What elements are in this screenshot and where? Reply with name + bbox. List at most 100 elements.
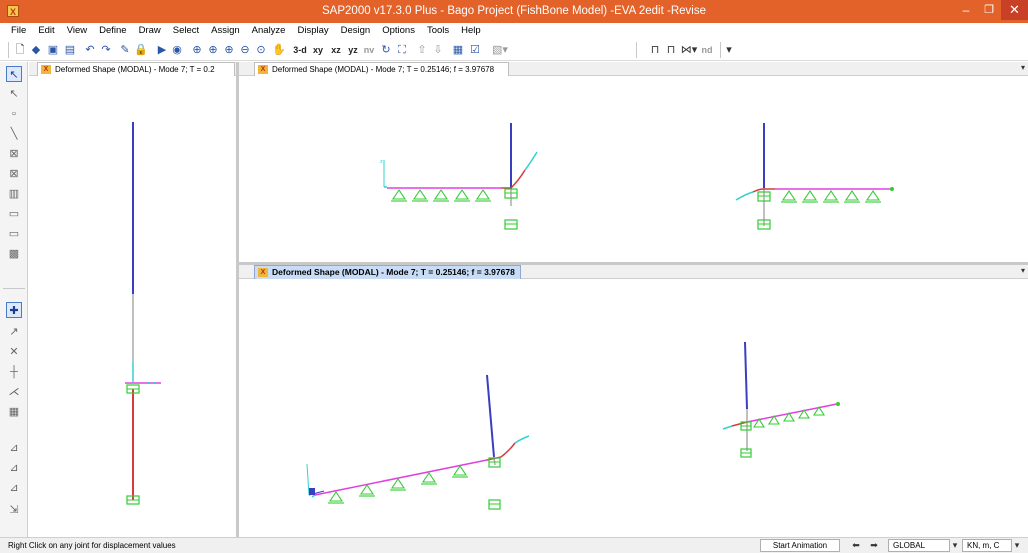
- lock-icon[interactable]: 🔒: [134, 42, 148, 58]
- zoom-restore-icon[interactable]: ⊕: [206, 42, 220, 58]
- view-xz-button[interactable]: xz: [329, 42, 343, 58]
- draw-quad-icon[interactable]: ▭: [6, 226, 22, 242]
- reshape-icon[interactable]: ↖: [6, 86, 22, 102]
- zoom-in-icon[interactable]: ⊕: [222, 42, 236, 58]
- menu-select[interactable]: Select: [167, 23, 205, 39]
- frame-right-elevation: [735, 123, 894, 230]
- deformed-shape-icon: X: [41, 65, 51, 74]
- menu-define[interactable]: Define: [93, 23, 132, 39]
- assign-frame-icon[interactable]: ⊿: [6, 460, 22, 476]
- status-message: Right Click on any joint for displacemen…: [8, 541, 176, 550]
- menu-bar: File Edit View Define Draw Select Assign…: [0, 23, 1028, 39]
- maximize-button[interactable]: ❐: [978, 0, 1000, 20]
- undo-icon[interactable]: ↶: [83, 42, 97, 58]
- left-view-panel: X Deformed Shape (MODAL) - Mode 7; T = 0…: [29, 62, 236, 537]
- tab-deformed-shape-top[interactable]: X Deformed Shape (MODAL) - Mode 7; T = 0…: [254, 62, 509, 76]
- previous-arrow-icon[interactable]: ⬅: [848, 539, 864, 552]
- save-icon[interactable]: ▣: [46, 42, 60, 58]
- menu-display[interactable]: Display: [291, 23, 334, 39]
- new-file-icon[interactable]: 🗋: [13, 42, 27, 58]
- assign-area-icon[interactable]: ⊿: [6, 480, 22, 496]
- next-arrow-icon[interactable]: ➡: [866, 539, 882, 552]
- snap-grid-icon[interactable]: ▦: [6, 404, 22, 420]
- snap-midpoint-icon[interactable]: ⋌: [6, 384, 22, 400]
- grid-icon[interactable]: ▦: [451, 42, 465, 58]
- check-icon[interactable]: ☑: [468, 42, 482, 58]
- show-undeformed-icon[interactable]: ⇲: [6, 502, 22, 518]
- assign-joint-icon[interactable]: ⊿: [6, 440, 22, 456]
- main-toolbar: 🗋 ◆ ▣ ▤ ↶ ↷ ✎ 🔒 ▶ ◉ ⊕ ⊕ ⊕ ⊖ ⊙ ✋ 3-d xy x…: [0, 39, 1028, 61]
- panel-menu-icon[interactable]: ▾: [1021, 63, 1025, 72]
- view-canvas-3d[interactable]: [239, 279, 1028, 537]
- tab-deformed-shape-left[interactable]: X Deformed Shape (MODAL) - Mode 7; T = 0…: [37, 62, 235, 76]
- start-animation-button[interactable]: Start Animation: [760, 539, 840, 552]
- snap-line-icon[interactable]: ↗: [6, 324, 22, 340]
- tab-deformed-shape-bottom[interactable]: X Deformed Shape (MODAL) - Mode 7; T = 0…: [254, 265, 521, 279]
- frame-3d-left: [306, 374, 530, 510]
- draw-cable-icon[interactable]: ⊠: [6, 146, 22, 162]
- link-icon[interactable]: ⋈▾: [680, 42, 698, 58]
- redo-icon[interactable]: ↷: [99, 42, 113, 58]
- title-bar: X SAP2000 v17.3.0 Plus - Bago Project (F…: [0, 0, 1028, 23]
- menu-help[interactable]: Help: [455, 23, 487, 39]
- menu-edit[interactable]: Edit: [32, 23, 60, 39]
- pencil-icon[interactable]: ✎: [118, 42, 132, 58]
- bottom-view-panel: X Deformed Shape (MODAL) - Mode 7; T = 0…: [239, 265, 1028, 537]
- view-canvas-left[interactable]: [29, 76, 236, 537]
- view-3d-button[interactable]: 3-d: [291, 42, 309, 58]
- menu-assign[interactable]: Assign: [205, 23, 246, 39]
- draw-solid-icon[interactable]: ▩: [6, 246, 22, 262]
- move-down-icon[interactable]: ⇩: [431, 42, 445, 58]
- draw-joint-icon[interactable]: ▫: [6, 106, 22, 122]
- menu-draw[interactable]: Draw: [133, 23, 167, 39]
- pan-icon[interactable]: ✋: [272, 42, 286, 58]
- menu-view[interactable]: View: [61, 23, 93, 39]
- window-title: SAP2000 v17.3.0 Plus - Bago Project (Fis…: [322, 5, 706, 17]
- units-select[interactable]: KN, m, C: [962, 539, 1012, 552]
- rotate-icon[interactable]: ↻: [379, 42, 393, 58]
- menu-tools[interactable]: Tools: [421, 23, 455, 39]
- draw-area-icon[interactable]: ▥: [6, 186, 22, 202]
- close-button[interactable]: ✕: [1001, 0, 1028, 20]
- perspective-icon[interactable]: ⛶: [395, 42, 409, 58]
- frame-left-elevation: z: [380, 123, 538, 230]
- draw-rect-area-icon[interactable]: ▭: [6, 206, 22, 222]
- menu-analyze[interactable]: Analyze: [246, 23, 292, 39]
- dropdown-icon[interactable]: ▾: [724, 42, 734, 58]
- view-xy-button[interactable]: xy: [311, 42, 325, 58]
- tab-label: Deformed Shape (MODAL) - Mode 7; T = 0.2…: [272, 65, 495, 74]
- open-file-icon[interactable]: ◆: [29, 42, 43, 58]
- coord-dropdown-icon[interactable]: ▾: [950, 539, 960, 552]
- frame-icon[interactable]: ⊓: [648, 42, 662, 58]
- view-canvas-top[interactable]: z: [239, 76, 1028, 262]
- snap-intersection-icon[interactable]: ✕: [6, 344, 22, 360]
- nd-button[interactable]: nd: [700, 42, 714, 58]
- panel-menu-icon[interactable]: ▾: [1021, 266, 1025, 275]
- snap-joint-icon[interactable]: ✚: [6, 302, 22, 318]
- display-options-icon[interactable]: ▧▾: [489, 42, 511, 58]
- view-yz-button[interactable]: yz: [346, 42, 360, 58]
- pointer-icon[interactable]: ↖: [6, 66, 22, 82]
- left-toolstrip: ↖ ↖ ▫ ╲ ⊠ ⊠ ▥ ▭ ▭ ▩ ✚ ↗ ✕ ┼ ⋌ ▦ ⊿ ⊿ ⊿ ⇲: [0, 62, 28, 537]
- zoom-out-icon[interactable]: ⊖: [238, 42, 252, 58]
- print-icon[interactable]: ▤: [63, 42, 77, 58]
- draw-frame-icon[interactable]: ╲: [6, 126, 22, 142]
- coord-system-select[interactable]: GLOBAL: [888, 539, 950, 552]
- deformed-shape-icon: X: [258, 65, 268, 74]
- frame-release-icon[interactable]: ⊓: [664, 42, 678, 58]
- units-dropdown-icon[interactable]: ▾: [1012, 539, 1022, 552]
- run-icon[interactable]: ▶: [156, 42, 168, 58]
- view-nv-button[interactable]: nv: [362, 42, 376, 58]
- deformed-shape-icon: X: [258, 268, 268, 277]
- zoom-extents-icon[interactable]: ⊙: [254, 42, 268, 58]
- tab-label: Deformed Shape (MODAL) - Mode 7; T = 0.2…: [272, 267, 515, 277]
- run-analysis-icon[interactable]: ◉: [170, 42, 184, 58]
- minimize-button[interactable]: –: [955, 0, 977, 20]
- zoom-window-icon[interactable]: ⊕: [190, 42, 204, 58]
- menu-design[interactable]: Design: [335, 23, 377, 39]
- draw-brace-icon[interactable]: ⊠: [6, 166, 22, 182]
- menu-options[interactable]: Options: [376, 23, 421, 39]
- snap-perpendicular-icon[interactable]: ┼: [6, 364, 22, 380]
- menu-file[interactable]: File: [5, 23, 32, 39]
- move-up-icon[interactable]: ⇧: [415, 42, 429, 58]
